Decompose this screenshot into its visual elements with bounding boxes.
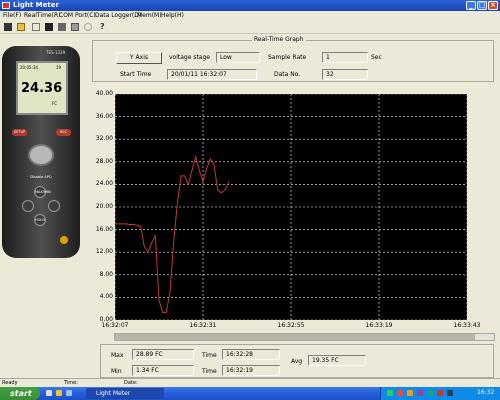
y-tick-label: 32.00 xyxy=(95,135,113,143)
y-tick-label: 16.00 xyxy=(95,225,113,233)
min-time-field: 16:32:19 xyxy=(222,365,280,376)
x-tick-label: 16:32:55 xyxy=(277,322,305,329)
y-tick-label: 24.00 xyxy=(95,180,113,188)
meter-count: 19 xyxy=(56,65,62,70)
security-icon[interactable] xyxy=(397,390,403,396)
meter-power-dial xyxy=(28,144,54,166)
y-tick-label: 40.00 xyxy=(95,90,113,97)
maximize-button[interactable]: □ xyxy=(477,1,487,10)
status-date: Date: xyxy=(124,380,138,386)
avg-label: Avg xyxy=(291,358,303,365)
meter-right-key xyxy=(48,200,60,212)
system-tray: 16:32 xyxy=(380,387,500,400)
antivirus-icon[interactable] xyxy=(437,390,443,396)
scroll-thumb[interactable] xyxy=(115,334,475,340)
max-value-field: 28.89 FC xyxy=(132,349,194,360)
stop-icon[interactable] xyxy=(45,23,53,31)
print-icon[interactable] xyxy=(71,23,79,31)
help-icon[interactable]: ? xyxy=(100,23,108,31)
y-tick-label: 20.00 xyxy=(95,203,113,210)
meter-unit: FC xyxy=(52,101,58,106)
app-tray-icon[interactable] xyxy=(417,390,423,396)
voltage-stage-field[interactable]: Low xyxy=(216,52,260,63)
menu-bar: File(F) RealTime(R) COM Port(C) Data Log… xyxy=(0,11,500,21)
quicklaunch-folder-icon[interactable] xyxy=(56,390,62,396)
realtime-chart xyxy=(114,93,468,321)
max-label: Max xyxy=(111,352,124,359)
x-tick-label: 16:32:07 xyxy=(101,322,129,329)
update-icon[interactable] xyxy=(407,390,413,396)
volume-icon[interactable] xyxy=(427,390,433,396)
x-tick-label: 16:33:43 xyxy=(453,322,481,329)
meter-hold-key: HOLD xyxy=(34,214,46,226)
lux-series-line xyxy=(115,154,230,314)
x-tick-label: 16:32:31 xyxy=(189,322,217,329)
minimize-button[interactable]: _ xyxy=(466,1,476,10)
menu-mem[interactable]: Mem(M) xyxy=(137,12,162,19)
display-icon[interactable] xyxy=(447,390,453,396)
y-tick-label: 36.00 xyxy=(95,112,113,120)
min-time-label: Time xyxy=(202,368,217,375)
meter-brand: TES-1339 xyxy=(46,50,66,55)
folder-icon[interactable] xyxy=(17,23,25,31)
meter-reading: 24.36 xyxy=(21,81,63,96)
min-label: Min xyxy=(111,368,122,375)
max-time-label: Time xyxy=(202,352,217,359)
quicklaunch-desktop-icon[interactable] xyxy=(66,390,72,396)
chart-svg xyxy=(114,93,468,321)
chart-scrollbar[interactable] xyxy=(114,333,495,341)
avg-value-field: 19.35 FC xyxy=(308,355,366,366)
start-time-label: Start Time xyxy=(120,71,152,78)
taskbar: start Light Meter 16:32 xyxy=(0,387,500,400)
meter-left-key xyxy=(22,200,34,212)
meter-lcd: 20:05:34 19 24.36 FC xyxy=(16,61,68,115)
max-time-field: 16:32:28 xyxy=(222,349,280,360)
menu-realtime[interactable]: RealTime(R) xyxy=(24,12,60,19)
y-axis-button[interactable]: Y Axis xyxy=(116,52,162,64)
network-icon[interactable] xyxy=(387,390,393,396)
y-tick-label: 8.00 xyxy=(99,270,113,278)
status-time: Time: xyxy=(64,380,78,386)
menu-file[interactable]: File(F) xyxy=(3,12,21,19)
taskbar-light-meter[interactable]: Light Meter xyxy=(86,388,164,399)
sample-rate-unit: Sec xyxy=(371,54,382,61)
play-icon[interactable] xyxy=(32,23,40,31)
menu-com-port[interactable]: COM Port(C) xyxy=(59,12,96,19)
menu-data-logger[interactable]: Data Logger(D) xyxy=(95,12,141,19)
meter-time: 20:05:34 xyxy=(20,65,38,70)
clock: 16:32 xyxy=(477,389,495,396)
light-meter-device-image: TES-1339 20:05:34 19 24.36 FC SETUP REC … xyxy=(2,46,80,258)
start-time-field: 20/01/11 16:32:07 xyxy=(167,69,257,80)
y-tick-label: 12.00 xyxy=(95,248,113,256)
close-button[interactable]: × xyxy=(488,1,498,10)
toolbar: ? xyxy=(0,21,500,34)
meter-apo-label: Disable APO xyxy=(30,175,52,179)
status-ready: Ready xyxy=(2,380,18,386)
window-title: Light Meter xyxy=(13,1,59,9)
sample-rate-field[interactable]: 1 xyxy=(322,52,368,63)
disk-icon[interactable] xyxy=(58,23,66,31)
quicklaunch-ie-icon[interactable] xyxy=(46,390,52,396)
meter-setup-key: SETUP xyxy=(12,129,27,136)
meter-rec-key: REC xyxy=(56,129,71,136)
meter-max-key: MAX/MIN xyxy=(34,186,51,198)
y-tick-label: 4.00 xyxy=(99,293,113,301)
window-title-bar: Light Meter _ □ × xyxy=(0,0,500,11)
start-button[interactable]: start xyxy=(0,387,40,400)
data-no-field: 32 xyxy=(322,69,368,80)
save-icon[interactable] xyxy=(4,23,12,31)
realtime-group-title: Real-Time Graph xyxy=(252,36,306,43)
zoom-icon[interactable] xyxy=(84,23,92,31)
menu-help[interactable]: Help(H) xyxy=(161,12,184,19)
app-icon xyxy=(2,2,10,9)
y-tick-label: 28.00 xyxy=(95,157,113,165)
voltage-stage-label: voltage stage xyxy=(169,54,210,61)
data-no-label: Data No. xyxy=(274,71,301,78)
meter-light-icon xyxy=(60,236,68,244)
min-value-field: 1.34 FC xyxy=(132,365,194,376)
x-tick-label: 16:33:19 xyxy=(365,322,393,329)
sample-rate-label: Sample Rate xyxy=(268,54,307,61)
